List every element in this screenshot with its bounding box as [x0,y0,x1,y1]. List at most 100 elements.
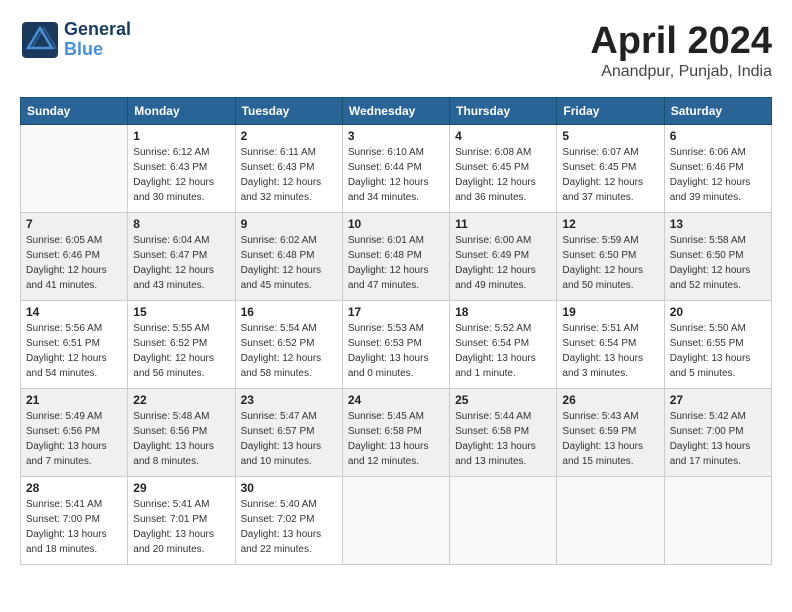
day-info: Sunrise: 6:10 AM Sunset: 6:44 PM Dayligh… [348,145,444,205]
table-row: 3 Sunrise: 6:10 AM Sunset: 6:44 PM Daylig… [342,125,449,213]
day-info: Sunrise: 5:47 AM Sunset: 6:57 PM Dayligh… [241,409,337,469]
table-row: 29 Sunrise: 5:41 AM Sunset: 7:01 PM Dayli… [128,477,235,565]
day-info: Sunrise: 5:50 AM Sunset: 6:55 PM Dayligh… [670,321,766,381]
table-row: 22Sunrise: 5:48 AM Sunset: 6:56 PM Dayli… [128,389,235,477]
day-info: Sunrise: 6:07 AM Sunset: 6:45 PM Dayligh… [562,145,658,205]
day-info: Sunrise: 5:59 AM Sunset: 6:50 PM Dayligh… [562,233,658,293]
day-info: Sunrise: 5:41 AM Sunset: 7:01 PM Dayligh… [133,497,229,557]
day-number: 17 [348,305,444,319]
table-row: 4Sunrise: 6:08 AM Sunset: 6:45 PM Daylig… [450,125,557,213]
day-number: 24 [348,393,444,407]
day-number: 7 [26,217,122,231]
day-info: Sunrise: 5:56 AM Sunset: 6:51 PM Dayligh… [26,321,122,381]
table-row: 26 Sunrise: 5:43 AM Sunset: 6:59 PM Dayli… [557,389,664,477]
day-number: 11 [455,217,551,231]
day-info: Sunrise: 5:54 AM Sunset: 6:52 PM Dayligh… [241,321,337,381]
calendar-week-row: 28 Sunrise: 5:41 AM Sunset: 7:00 PM Dayli… [21,477,772,565]
day-number: 30 [241,481,337,495]
logo: General Blue [20,20,131,60]
day-number: 12 [562,217,658,231]
day-info: Sunrise: 5:49 AM Sunset: 6:56 PM Dayligh… [26,409,122,469]
day-number: 1 [133,129,229,143]
day-info: Sunrise: 6:06 AM Sunset: 6:46 PM Dayligh… [670,145,766,205]
table-row: 5 Sunrise: 6:07 AM Sunset: 6:45 PM Daylig… [557,125,664,213]
table-row: 9 Sunrise: 6:02 AM Sunset: 6:48 PM Daylig… [235,213,342,301]
day-info: Sunrise: 6:05 AM Sunset: 6:46 PM Dayligh… [26,233,122,293]
table-row [450,477,557,565]
header-tuesday: Tuesday [235,98,342,125]
calendar-week-row: 21 Sunrise: 5:49 AM Sunset: 6:56 PM Dayli… [21,389,772,477]
table-row: 20Sunrise: 5:50 AM Sunset: 6:55 PM Dayli… [664,301,771,389]
day-number: 14 [26,305,122,319]
calendar-week-row: 14 Sunrise: 5:56 AM Sunset: 6:51 PM Dayli… [21,301,772,389]
header-saturday: Saturday [664,98,771,125]
day-info: Sunrise: 5:45 AM Sunset: 6:58 PM Dayligh… [348,409,444,469]
title-area: April 2024 Anandpur, Punjab, India [590,20,772,81]
header-wednesday: Wednesday [342,98,449,125]
day-number: 29 [133,481,229,495]
table-row [664,477,771,565]
day-info: Sunrise: 6:12 AM Sunset: 6:43 PM Dayligh… [133,145,229,205]
header-friday: Friday [557,98,664,125]
day-number: 26 [562,393,658,407]
table-row: 17 Sunrise: 5:53 AM Sunset: 6:53 PM Dayli… [342,301,449,389]
day-info: Sunrise: 5:40 AM Sunset: 7:02 PM Dayligh… [241,497,337,557]
day-info: Sunrise: 5:53 AM Sunset: 6:53 PM Dayligh… [348,321,444,381]
calendar-table: Sunday Monday Tuesday Wednesday Thursday… [20,97,772,565]
day-number: 5 [562,129,658,143]
day-number: 3 [348,129,444,143]
day-number: 6 [670,129,766,143]
location: Anandpur, Punjab, India [590,63,772,81]
day-info: Sunrise: 5:43 AM Sunset: 6:59 PM Dayligh… [562,409,658,469]
day-info: Sunrise: 6:02 AM Sunset: 6:48 PM Dayligh… [241,233,337,293]
table-row: 30 Sunrise: 5:40 AM Sunset: 7:02 PM Dayli… [235,477,342,565]
day-info: Sunrise: 5:41 AM Sunset: 7:00 PM Dayligh… [26,497,122,557]
table-row: 16 Sunrise: 5:54 AM Sunset: 6:52 PM Dayli… [235,301,342,389]
day-info: Sunrise: 6:08 AM Sunset: 6:45 PM Dayligh… [455,145,551,205]
day-info: Sunrise: 6:00 AM Sunset: 6:49 PM Dayligh… [455,233,551,293]
table-row: 2Sunrise: 6:11 AM Sunset: 6:43 PM Daylig… [235,125,342,213]
day-number: 25 [455,393,551,407]
day-number: 8 [133,217,229,231]
table-row: 12 Sunrise: 5:59 AM Sunset: 6:50 PM Dayli… [557,213,664,301]
table-row [557,477,664,565]
header-sunday: Sunday [21,98,128,125]
day-number: 27 [670,393,766,407]
table-row [342,477,449,565]
day-number: 18 [455,305,551,319]
table-row: 14 Sunrise: 5:56 AM Sunset: 6:51 PM Dayli… [21,301,128,389]
day-number: 23 [241,393,337,407]
table-row: 11 Sunrise: 6:00 AM Sunset: 6:49 PM Dayli… [450,213,557,301]
day-number: 22 [133,393,229,407]
table-row [21,125,128,213]
logo-general: General [64,20,131,40]
table-row: 27Sunrise: 5:42 AM Sunset: 7:00 PM Dayli… [664,389,771,477]
table-row: 1 Sunrise: 6:12 AM Sunset: 6:43 PM Daylig… [128,125,235,213]
day-number: 9 [241,217,337,231]
day-number: 28 [26,481,122,495]
day-number: 15 [133,305,229,319]
day-number: 13 [670,217,766,231]
day-info: Sunrise: 6:01 AM Sunset: 6:48 PM Dayligh… [348,233,444,293]
day-info: Sunrise: 5:51 AM Sunset: 6:54 PM Dayligh… [562,321,658,381]
day-number: 16 [241,305,337,319]
table-row: 6 Sunrise: 6:06 AM Sunset: 6:46 PM Daylig… [664,125,771,213]
table-row: 13Sunrise: 5:58 AM Sunset: 6:50 PM Dayli… [664,213,771,301]
table-row: 24 Sunrise: 5:45 AM Sunset: 6:58 PM Dayli… [342,389,449,477]
table-row: 8 Sunrise: 6:04 AM Sunset: 6:47 PM Daylig… [128,213,235,301]
day-info: Sunrise: 5:44 AM Sunset: 6:58 PM Dayligh… [455,409,551,469]
table-row: 7 Sunrise: 6:05 AM Sunset: 6:46 PM Daylig… [21,213,128,301]
day-number: 2 [241,129,337,143]
calendar-week-row: 7 Sunrise: 6:05 AM Sunset: 6:46 PM Daylig… [21,213,772,301]
table-row: 23 Sunrise: 5:47 AM Sunset: 6:57 PM Dayli… [235,389,342,477]
page-header: General Blue April 2024 Anandpur, Punjab… [20,20,772,81]
calendar-header-row: Sunday Monday Tuesday Wednesday Thursday… [21,98,772,125]
day-info: Sunrise: 6:04 AM Sunset: 6:47 PM Dayligh… [133,233,229,293]
table-row: 21 Sunrise: 5:49 AM Sunset: 6:56 PM Dayli… [21,389,128,477]
header-thursday: Thursday [450,98,557,125]
logo-blue: Blue [64,40,131,60]
day-number: 10 [348,217,444,231]
day-number: 21 [26,393,122,407]
day-number: 19 [562,305,658,319]
calendar-week-row: 1 Sunrise: 6:12 AM Sunset: 6:43 PM Daylig… [21,125,772,213]
